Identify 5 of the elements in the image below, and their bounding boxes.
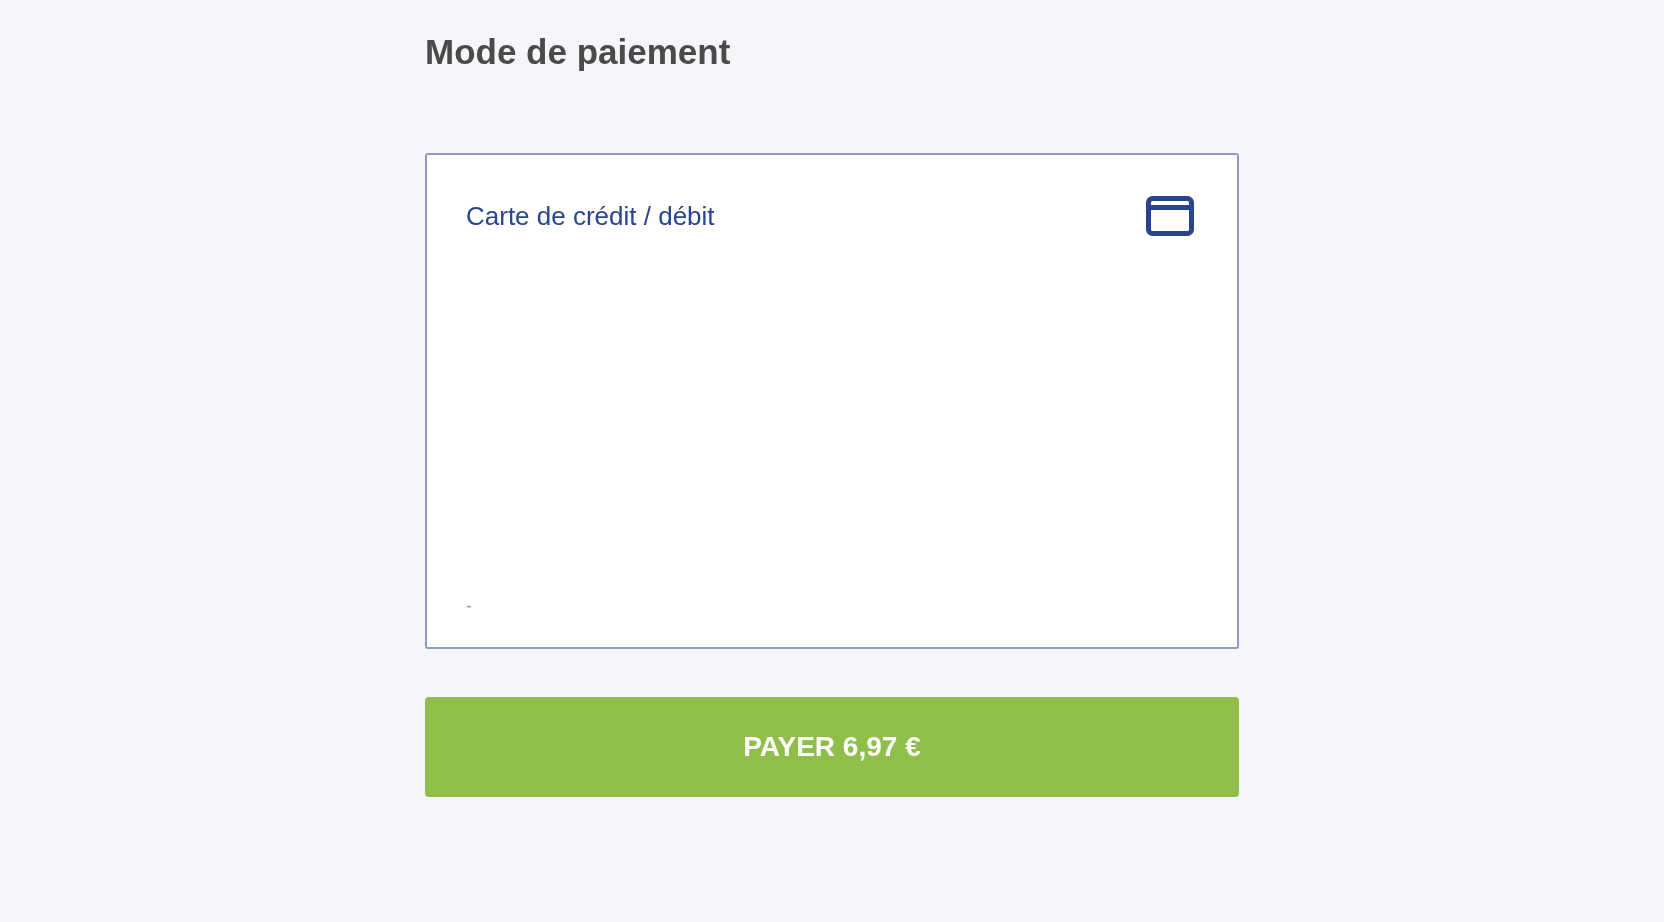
payment-method-card[interactable]: Carte de crédit / débit - xyxy=(425,153,1239,649)
credit-card-icon xyxy=(1146,196,1194,236)
card-note-text: - xyxy=(466,595,472,617)
payment-method-label: Carte de crédit / débit xyxy=(466,200,715,233)
page-title: Mode de paiement xyxy=(425,31,731,73)
